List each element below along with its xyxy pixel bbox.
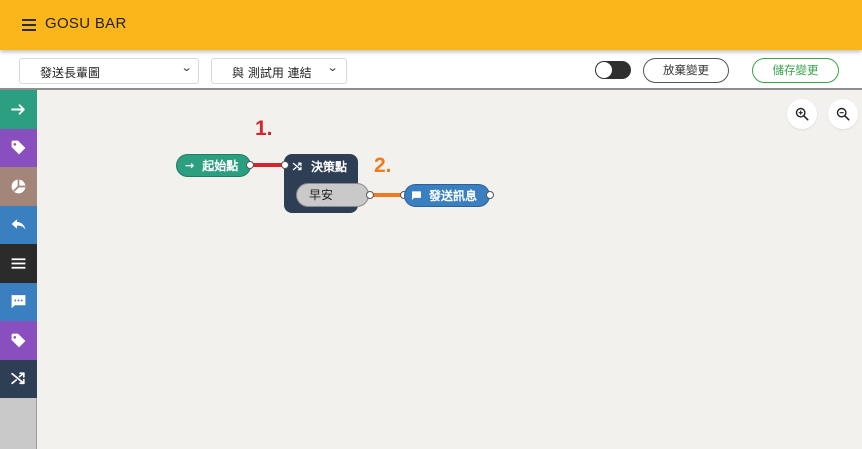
send-output-port[interactable] — [486, 191, 494, 199]
shuffle-icon — [292, 162, 302, 171]
link-select-value: 與 測試用 連結 — [232, 66, 312, 80]
chevron-down-icon: ⌄ — [180, 61, 193, 74]
toggle-knob — [596, 62, 612, 78]
palette-tag-item[interactable] — [0, 128, 37, 167]
save-changes-button[interactable]: 儲存變更 — [752, 58, 839, 83]
tag-icon — [11, 333, 26, 348]
decision-node-label: 決策點 — [311, 160, 348, 174]
option-output-port[interactable] — [366, 191, 374, 199]
message-dots-icon — [11, 295, 26, 309]
hamburger-menu-icon[interactable] — [22, 19, 36, 31]
shuffle-icon — [11, 372, 25, 385]
zoom-out-button[interactable] — [828, 99, 858, 129]
menu-lines-icon — [11, 258, 26, 269]
zoom-in-button[interactable] — [787, 99, 817, 129]
chevron-down-icon: ⌄ — [326, 61, 339, 74]
send-message-node[interactable]: 發送訊息 — [404, 184, 490, 207]
palette-start-item[interactable] — [0, 90, 37, 129]
arrow-right-icon: → — [185, 159, 195, 172]
start-output-port[interactable] — [246, 161, 254, 169]
tag-icon — [11, 140, 26, 155]
zoom-out-icon — [836, 107, 850, 121]
mode-toggle[interactable] — [595, 61, 631, 79]
reply-icon — [11, 219, 26, 231]
decision-input-port[interactable] — [281, 161, 289, 169]
send-node-label: 發送訊息 — [429, 189, 478, 203]
arrow-right-icon — [11, 104, 25, 115]
flow-select[interactable]: 發送長輩圖 ⌄ — [19, 58, 199, 84]
palette-tag-item-2[interactable] — [0, 321, 37, 360]
start-node[interactable]: → 起始點 — [176, 154, 251, 177]
palette-stats-item[interactable] — [0, 167, 37, 206]
decision-node-header: 決策點 — [292, 158, 347, 175]
link-select[interactable]: 與 測試用 連結 ⌄ — [211, 58, 347, 84]
chat-bubble-icon — [412, 191, 421, 200]
flow-canvas[interactable] — [37, 90, 862, 449]
palette-menu-item[interactable] — [0, 244, 37, 283]
flow-select-value: 發送長輩圖 — [40, 66, 101, 80]
annotation-1: 1. — [255, 117, 273, 140]
node-palette-sidebar — [0, 90, 37, 449]
app-title: GOSU BAR — [45, 15, 127, 32]
app-header: GOSU BAR — [0, 0, 862, 50]
pie-chart-icon — [11, 179, 26, 194]
start-node-label: 起始點 — [202, 159, 239, 173]
editor-toolbar: 發送長輩圖 ⌄ 與 測試用 連結 ⌄ 放棄變更 儲存變更 — [0, 50, 862, 90]
discard-changes-button[interactable]: 放棄變更 — [643, 58, 729, 83]
annotation-2: 2. — [374, 154, 392, 177]
zoom-in-icon — [795, 107, 809, 121]
palette-message-item[interactable] — [0, 282, 37, 321]
decision-option[interactable]: 早安 — [296, 183, 369, 207]
palette-decision-item[interactable] — [0, 359, 37, 398]
palette-reply-item[interactable] — [0, 205, 37, 244]
